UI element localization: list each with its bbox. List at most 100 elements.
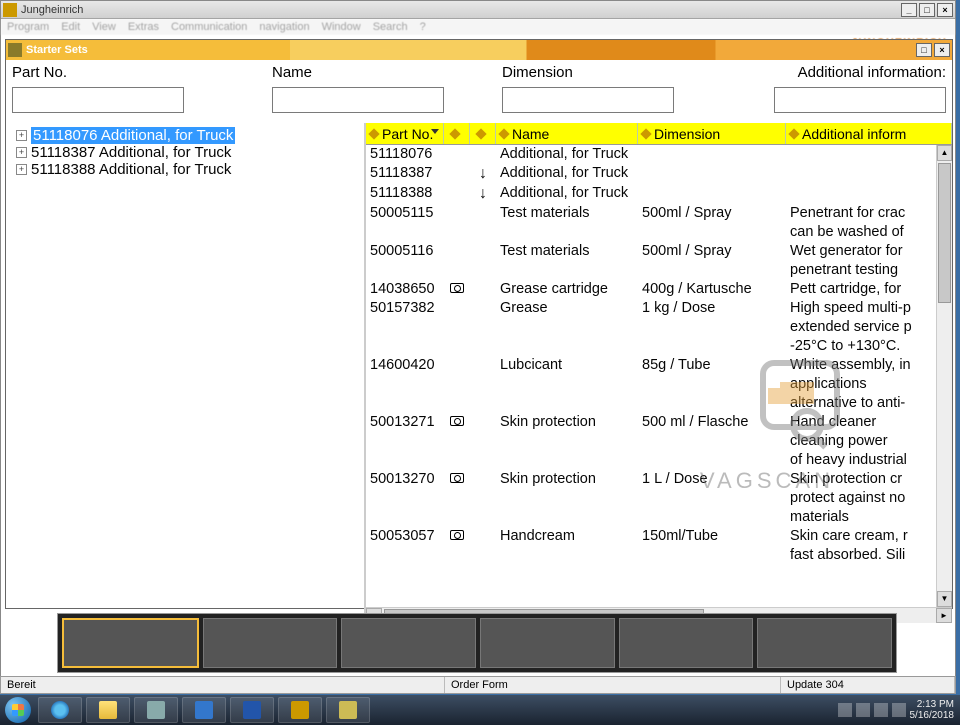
system-tray[interactable]: 2:13 PM5/16/2018 [838, 699, 960, 721]
partno-input[interactable] [12, 87, 184, 113]
table-row[interactable]: 51118076Additional, for Truck [366, 145, 936, 164]
col-name[interactable]: Name [496, 123, 638, 144]
cell-b [444, 184, 470, 204]
menu-item[interactable]: Edit [61, 21, 80, 33]
table-row[interactable]: 50005115Test materials500ml / SprayPenet… [366, 204, 936, 223]
taskbar[interactable]: 2:13 PM5/16/2018 [0, 695, 960, 725]
tree-panel[interactable]: +51118076 Additional, for Truck+51118387… [6, 123, 366, 623]
tree-item[interactable]: +51118076 Additional, for Truck [8, 127, 362, 144]
col-c[interactable] [470, 123, 496, 144]
flag-icon[interactable] [856, 703, 870, 717]
taskbar-app[interactable] [326, 697, 370, 723]
taskbar-app[interactable] [134, 697, 178, 723]
scroll-up-button[interactable]: ▲ [937, 145, 952, 161]
table-row[interactable]: 51118388↓Additional, for Truck [366, 184, 936, 204]
table-row[interactable]: 50053057Handcream150ml/TubeSkin care cre… [366, 527, 936, 546]
name-input[interactable] [272, 87, 444, 113]
table-row[interactable]: 51118387↓Additional, for Truck [366, 164, 936, 184]
cell-name [496, 508, 638, 527]
table-row[interactable]: protect against no [366, 489, 936, 508]
start-button[interactable] [0, 695, 36, 725]
menu-item[interactable]: ? [420, 21, 426, 33]
taskbar-app[interactable] [182, 697, 226, 723]
inner-titlebar[interactable]: Starter Sets □ × [6, 40, 952, 60]
expander-icon[interactable]: + [16, 164, 27, 175]
cell-b [444, 508, 470, 527]
expander-icon[interactable]: + [16, 147, 27, 158]
taskbar-app[interactable] [278, 697, 322, 723]
sort-arrow-icon [431, 129, 439, 134]
folder-icon [99, 701, 117, 719]
scroll-down-button[interactable]: ▼ [937, 591, 952, 607]
grid-rows[interactable]: 51118076Additional, for Truck51118387↓Ad… [366, 145, 936, 607]
app-title: Jungheinrich [21, 4, 901, 16]
cell-dimension: 500ml / Spray [638, 242, 786, 261]
tray-icon[interactable] [838, 703, 852, 717]
cell-name: Test materials [496, 204, 638, 223]
dimension-input[interactable] [502, 87, 674, 113]
taskbar-ie[interactable] [38, 697, 82, 723]
thumbnail[interactable] [62, 618, 199, 668]
table-row[interactable]: 50157382Grease1 kg / DoseHigh speed mult… [366, 299, 936, 318]
vscroll-thumb[interactable] [938, 163, 951, 303]
thumbnail[interactable] [341, 618, 476, 668]
scroll-right-button[interactable]: ► [936, 608, 952, 623]
menu-item[interactable]: Search [373, 21, 408, 33]
menu-item[interactable]: Window [322, 21, 361, 33]
expander-icon[interactable]: + [16, 130, 27, 141]
tree-item[interactable]: +51118388 Additional, for Truck [8, 161, 362, 178]
volume-icon[interactable] [892, 703, 906, 717]
table-row[interactable]: -25°C to +130°C. [366, 337, 936, 356]
table-row[interactable]: 50013271Skin protection500 ml / FlascheH… [366, 413, 936, 432]
cell-dimension: 500ml / Spray [638, 204, 786, 223]
app-titlebar[interactable]: Jungheinrich _ □ × [1, 1, 955, 19]
cell-partno [366, 261, 444, 280]
thumbnail[interactable] [619, 618, 754, 668]
table-row[interactable]: 50013270Skin protection1 L / DoseSkin pr… [366, 470, 936, 489]
close-button[interactable]: × [937, 3, 953, 17]
maximize-button[interactable]: □ [919, 3, 935, 17]
table-row[interactable]: of heavy industrial [366, 451, 936, 470]
thumbnail[interactable] [757, 618, 892, 668]
thumbnail-bar[interactable] [57, 613, 897, 673]
table-row[interactable]: 14038650Grease cartridge400g / Kartusche… [366, 280, 936, 299]
tree-item[interactable]: +51118387 Additional, for Truck [8, 144, 362, 161]
table-row[interactable]: penetrant testing [366, 261, 936, 280]
taskbar-app[interactable] [230, 697, 274, 723]
network-icon[interactable] [874, 703, 888, 717]
table-row[interactable]: alternative to anti- [366, 394, 936, 413]
table-row[interactable]: fast absorbed. Sili [366, 546, 936, 565]
minimize-button[interactable]: _ [901, 3, 917, 17]
vertical-scrollbar[interactable]: ▲ ▼ [936, 145, 952, 607]
col-b[interactable] [444, 123, 470, 144]
col-partno[interactable]: Part No. [366, 123, 444, 144]
cell-name: Additional, for Truck [496, 184, 638, 204]
cell-b [444, 432, 470, 451]
col-additional[interactable]: Additional inform [786, 123, 952, 144]
cell-dimension: 400g / Kartusche [638, 280, 786, 299]
clock[interactable]: 2:13 PM5/16/2018 [910, 699, 955, 721]
thumbnail[interactable] [480, 618, 615, 668]
menu-item[interactable]: Program [7, 21, 49, 33]
inner-close-button[interactable]: × [934, 43, 950, 57]
table-row[interactable]: can be washed of [366, 223, 936, 242]
additional-input[interactable] [774, 87, 946, 113]
table-row[interactable]: 14600420Lubcicant85g / TubeWhite assembl… [366, 356, 936, 375]
cell-name: Lubcicant [496, 356, 638, 375]
inner-maximize-button[interactable]: □ [916, 43, 932, 57]
menu-item[interactable]: navigation [259, 21, 309, 33]
menu-item[interactable]: View [92, 21, 116, 33]
col-dimension[interactable]: Dimension [638, 123, 786, 144]
table-row[interactable]: cleaning power [366, 432, 936, 451]
cell-info: of heavy industrial [786, 451, 936, 470]
menu-item[interactable]: Extras [128, 21, 159, 33]
table-row[interactable]: 50005116Test materials500ml / SprayWet g… [366, 242, 936, 261]
menu-item[interactable]: Communication [171, 21, 247, 33]
taskbar-explorer[interactable] [86, 697, 130, 723]
thumbnail[interactable] [203, 618, 338, 668]
table-row[interactable]: materials [366, 508, 936, 527]
table-row[interactable]: applications [366, 375, 936, 394]
table-row[interactable]: extended service p [366, 318, 936, 337]
status-mid: Order Form [445, 677, 781, 693]
menubar[interactable]: Program Edit View Extras Communication naviga… [1, 19, 955, 35]
